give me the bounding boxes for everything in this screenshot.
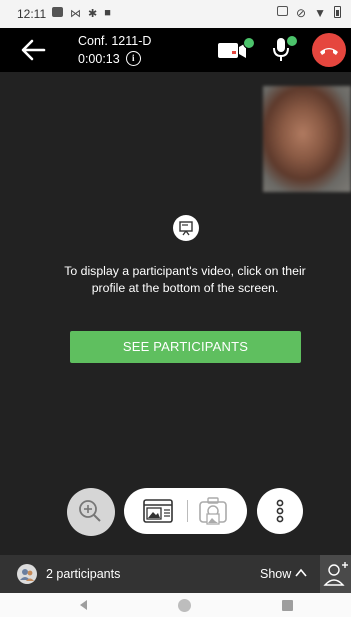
call-duration: 0:00:13 — [78, 51, 120, 66]
camera-toggle-button[interactable] — [216, 37, 255, 63]
camera-on-badge — [243, 37, 255, 49]
call-header: Conf. 1211-D 0:00:13 i — [0, 28, 351, 72]
dnd-off-icon: ⊘ — [296, 6, 307, 20]
mail-notification-icon: ⋈ — [70, 8, 81, 20]
microphone-toggle-button[interactable] — [268, 34, 298, 64]
hangup-button[interactable] — [312, 33, 346, 67]
chevron-up-icon[interactable] — [295, 568, 307, 578]
work-profile-icon — [277, 6, 289, 16]
call-duration-row: 0:00:13 i — [78, 51, 141, 66]
more-options-button[interactable] — [257, 488, 303, 534]
zoom-button[interactable] — [67, 488, 115, 536]
nav-back-icon[interactable] — [78, 599, 88, 611]
presentation-board-icon — [173, 215, 199, 241]
more-vertical-icon — [276, 499, 284, 523]
battery-icon — [334, 6, 341, 18]
see-participants-button[interactable]: SEE PARTICIPANTS — [70, 331, 301, 363]
image-notification-icon — [52, 7, 63, 17]
wifi-icon: ▼ — [314, 6, 326, 20]
microphone-on-badge — [286, 35, 298, 47]
notification-icons: ⋈ ✱ ■ — [52, 7, 111, 20]
accessibility-notification-icon: ✱ — [88, 8, 98, 20]
pill-divider — [187, 500, 188, 522]
status-time: 12:11 — [17, 7, 47, 21]
info-icon[interactable]: i — [125, 51, 141, 66]
media-controls-pill — [124, 488, 247, 534]
participants-avatar-icon — [17, 564, 37, 584]
camera-snapshot-icon[interactable] — [197, 495, 229, 527]
participants-count: 2 participants — [46, 567, 121, 581]
nav-home-icon[interactable] — [178, 599, 191, 612]
participants-bar[interactable]: 2 participants Show — [0, 555, 351, 593]
system-navigation-bar — [0, 593, 351, 617]
add-person-icon — [323, 562, 348, 586]
video-area: To display a participant's video, click … — [0, 72, 351, 555]
show-participants-button[interactable]: Show — [260, 567, 291, 581]
self-video-preview[interactable] — [263, 86, 351, 192]
gallery-layout-icon[interactable] — [142, 497, 174, 525]
add-participant-button[interactable] — [320, 555, 351, 593]
arrow-left-icon[interactable] — [20, 38, 46, 62]
zoom-in-icon — [79, 500, 101, 522]
conference-title: Conf. 1211-D — [78, 34, 152, 48]
status-bar: 12:11 ⋈ ✱ ■ ⊘ ▼ — [0, 0, 351, 28]
phone-hangup-icon — [320, 48, 338, 55]
system-icons: ⊘ ▼ — [277, 6, 341, 20]
participant-video-hint: To display a participant's video, click … — [64, 264, 306, 295]
video-notification-icon: ■ — [104, 7, 111, 19]
nav-recents-icon[interactable] — [282, 600, 293, 611]
